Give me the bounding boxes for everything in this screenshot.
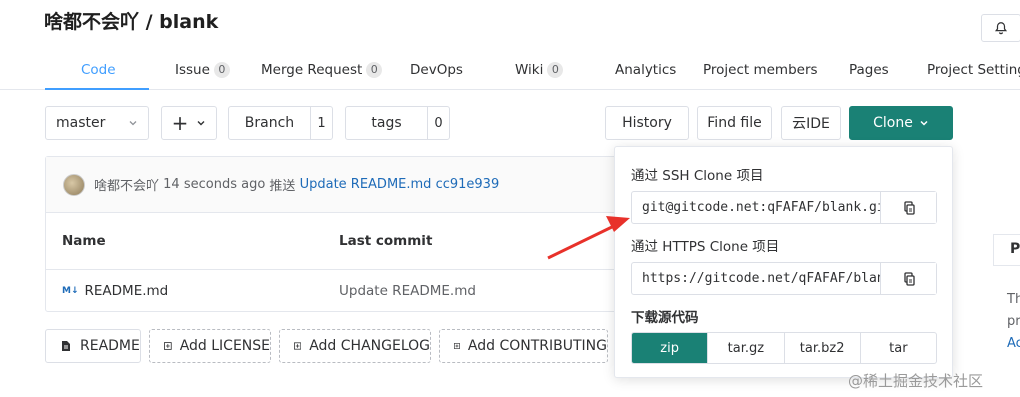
add-changelog-label: Add CHANGELOG: [309, 338, 430, 354]
side-link[interactable]: Ac: [1007, 336, 1020, 351]
add-license-button[interactable]: Add LICENSE: [149, 329, 271, 363]
chevron-down-icon: [129, 121, 137, 126]
https-url-input[interactable]: https://gitcode.net/qFAFAF/blank.git: [632, 263, 880, 294]
table-header: Name Last commit: [46, 213, 619, 270]
branch-select[interactable]: master: [45, 106, 149, 140]
bell-icon: [994, 22, 1008, 35]
mr-count-badge: 0: [366, 62, 383, 78]
watermark: @稀土掘金技术社区: [848, 372, 984, 390]
side-text-line: Th: [1007, 292, 1020, 307]
project-tabs: Code Issue 0 Merge Request 0 DevOps Wiki 0 …: [0, 50, 1020, 90]
document-icon: [62, 341, 70, 351]
commit-time: 14 seconds ago: [163, 177, 266, 192]
wiki-count-badge: 0: [547, 62, 564, 78]
add-contributing-label: Add CONTRIBUTING: [467, 338, 607, 354]
clone-button-label: Clone: [873, 115, 913, 131]
tab-wiki[interactable]: Wiki 0: [515, 50, 564, 90]
https-clone-label: 通过 HTTPS Clone 项目: [631, 239, 780, 255]
clone-button[interactable]: Clone: [849, 106, 953, 140]
history-button[interactable]: History: [605, 106, 689, 140]
last-commit-column-header: Last commit: [339, 233, 433, 249]
name-column-header: Name: [62, 233, 106, 249]
download-tar-bz2-button[interactable]: tar.bz2: [783, 333, 860, 363]
ssh-url-input[interactable]: git@gitcode.net:qFAFAF/blank.git: [632, 192, 880, 223]
readme-button[interactable]: README: [45, 329, 141, 363]
add-menu-button[interactable]: +: [161, 106, 217, 140]
tags-count: 0: [427, 107, 449, 139]
readme-button-label: README: [80, 338, 140, 354]
avatar[interactable]: [63, 173, 85, 196]
tab-issue[interactable]: Issue 0: [175, 50, 230, 90]
https-url-field[interactable]: https://gitcode.net/qFAFAF/blank.git: [631, 262, 937, 295]
tags-button-label: tags: [371, 115, 402, 131]
copy-ssh-button[interactable]: [880, 192, 936, 223]
side-text-line: pr: [1007, 314, 1020, 329]
chevron-down-icon: [197, 121, 205, 126]
active-tab-indicator: [45, 88, 149, 90]
tab-project-settings[interactable]: Project Settings: [927, 50, 1020, 90]
last-commit-bar: 啥都不会吖 14 seconds ago 推送 Update README.md…: [46, 157, 619, 213]
file-browser: 啥都不会吖 14 seconds ago 推送 Update README.md…: [45, 156, 620, 312]
branch-count: 1: [310, 107, 332, 139]
commit-message-link[interactable]: Update README.md: [300, 177, 432, 192]
commit-author[interactable]: 啥都不会吖: [94, 175, 159, 194]
tab-pages[interactable]: Pages: [849, 50, 889, 90]
notification-button[interactable]: [981, 14, 1020, 42]
repo-title: 啥都不会吖 / blank: [44, 11, 219, 33]
branch-button-label: Branch: [244, 115, 295, 131]
plus-square-icon: [294, 342, 302, 350]
chevron-down-icon: [920, 120, 928, 126]
tab-merge-request[interactable]: Merge Request 0: [261, 50, 383, 90]
file-name-cell[interactable]: M↓ README.md: [62, 283, 168, 299]
add-changelog-button[interactable]: Add CHANGELOG: [279, 329, 431, 363]
copy-icon: [903, 200, 915, 215]
tab-project-members[interactable]: Project members: [703, 50, 818, 90]
copy-https-button[interactable]: [880, 263, 936, 294]
commit-hash-link[interactable]: cc91e939: [436, 177, 500, 192]
download-tar-button[interactable]: tar: [859, 333, 936, 363]
clone-dropdown: 通过 SSH Clone 项目 git@gitcode.net:qFAFAF/b…: [614, 146, 953, 378]
download-zip-button[interactable]: zip: [632, 333, 708, 363]
ssh-url-field[interactable]: git@gitcode.net:qFAFAF/blank.git: [631, 191, 937, 224]
add-contributing-button[interactable]: Add CONTRIBUTING: [439, 329, 608, 363]
branch-button[interactable]: Branch 1: [228, 106, 333, 140]
find-file-button[interactable]: Find file: [697, 106, 772, 140]
file-last-commit[interactable]: Update README.md: [339, 283, 476, 299]
download-options: zip tar.gz tar.bz2 tar: [631, 332, 937, 364]
table-row[interactable]: M↓ README.md Update README.md: [46, 270, 619, 313]
plus-icon: +: [171, 111, 189, 135]
file-name: README.md: [84, 283, 169, 299]
commit-action: 推送: [269, 179, 296, 194]
add-license-label: Add LICENSE: [179, 338, 270, 354]
branch-select-value: master: [56, 115, 106, 131]
side-card-header: P: [993, 234, 1020, 266]
markdown-icon: M↓: [62, 286, 79, 296]
tab-analytics[interactable]: Analytics: [615, 50, 676, 90]
web-ide-button[interactable]: 云IDE: [781, 106, 841, 140]
copy-icon: [903, 271, 915, 286]
tab-devops[interactable]: DevOps: [410, 50, 463, 90]
ssh-clone-label: 通过 SSH Clone 项目: [631, 168, 764, 184]
plus-square-icon: [454, 343, 460, 349]
download-source-label: 下载源代码: [631, 310, 699, 326]
download-tar-gz-button[interactable]: tar.gz: [707, 333, 783, 363]
tab-code[interactable]: Code: [81, 50, 116, 90]
issue-count-badge: 0: [213, 62, 230, 78]
tags-button[interactable]: tags 0: [345, 106, 450, 140]
plus-square-icon: [164, 342, 172, 350]
